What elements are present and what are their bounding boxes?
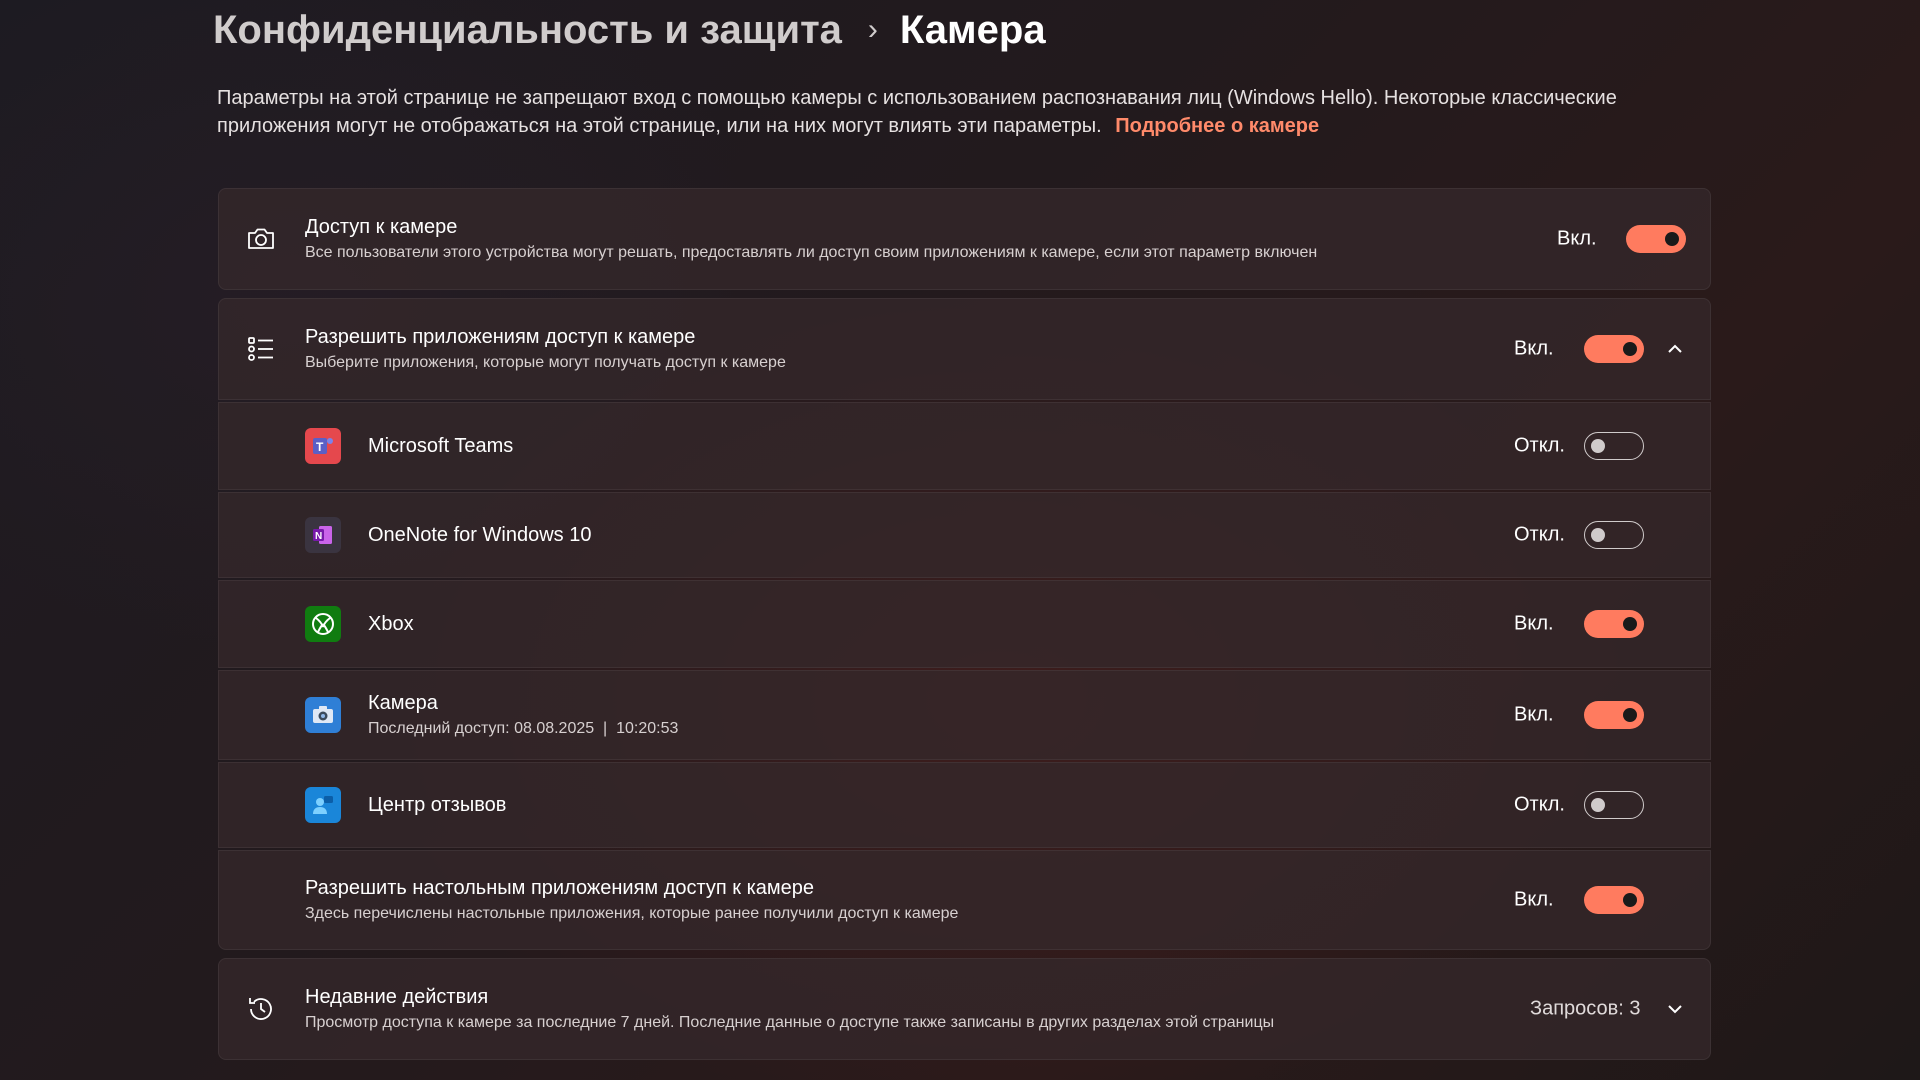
toggle-knob [1591,439,1605,453]
app-state: Откл. [1514,434,1565,457]
app-state: Откл. [1514,523,1565,546]
toggle-knob [1623,893,1637,907]
desktop-apps-state: Вкл. [1514,888,1554,911]
camera-icon [245,223,277,255]
chevron-down-icon[interactable] [1663,997,1687,1021]
desktop-apps-card: Разрешить настольным приложениям доступ … [218,850,1711,950]
breadcrumb: Конфиденциальность и защита › Камера [213,2,1046,58]
allow-apps-state: Вкл. [1514,337,1554,360]
desktop-apps-toggle[interactable] [1584,886,1644,914]
camera-access-card: Доступ к камере Все пользователи этого у… [218,188,1711,290]
app-teams-text: Microsoft Teams [368,433,513,459]
toggle-knob [1591,798,1605,812]
page-description-text: Параметры на этой странице не запрещают … [217,87,1617,137]
breadcrumb-separator-icon: › [867,13,878,46]
allow-apps-card[interactable]: Разрешить приложениям доступ к камере Вы… [218,298,1711,400]
recent-activity-text: Недавние действия Просмотр доступа к кам… [305,984,1274,1034]
app-state: Вкл. [1514,612,1554,635]
app-last-access: Последний доступ: 08.08.2025 | 10:20:53 [368,720,679,737]
recent-activity-card[interactable]: Недавние действия Просмотр доступа к кам… [218,958,1711,1060]
camera-access-subtitle: Все пользователи этого устройства могут … [305,244,1318,261]
page-description: Параметры на этой странице не запрещают … [217,84,1717,140]
app-feedback-hub-toggle[interactable] [1584,791,1644,819]
app-camera-toggle[interactable] [1584,701,1644,729]
teams-icon: T [305,428,341,464]
app-row-teams: T Microsoft Teams Откл. [218,402,1711,490]
camera-access-title: Доступ к камере [305,216,458,238]
app-state: Откл. [1514,793,1565,816]
requests-count: Запросов: 3 [1530,997,1641,1020]
camera-access-toggle[interactable] [1626,225,1686,253]
app-onenote-text: OneNote for Windows 10 [368,522,591,548]
svg-text:N: N [315,531,322,542]
toggle-knob [1623,617,1637,631]
app-onenote-toggle[interactable] [1584,521,1644,549]
app-xbox-text: Xbox [368,611,414,637]
app-feedback-text: Центр отзывов [368,792,506,818]
app-name: Xbox [368,613,414,635]
toggle-knob [1591,528,1605,542]
allow-apps-toggle[interactable] [1584,335,1644,363]
feedback-hub-icon [305,787,341,823]
desktop-apps-text: Разрешить настольным приложениям доступ … [305,875,958,925]
recent-activity-title: Недавние действия [305,986,489,1008]
desktop-apps-title: Разрешить настольным приложениям доступ … [305,877,815,899]
toggle-knob [1665,232,1679,246]
app-row-feedback-hub: Центр отзывов Откл. [218,762,1711,848]
allow-apps-text: Разрешить приложениям доступ к камере Вы… [305,324,786,374]
desktop-apps-subtitle: Здесь перечислены настольные приложения,… [305,905,959,922]
app-name: OneNote for Windows 10 [368,524,592,546]
app-row-xbox: Xbox Вкл. [218,580,1711,668]
toggle-knob [1623,342,1637,356]
app-row-camera: Камера Последний доступ: 08.08.2025 | 10… [218,670,1711,760]
app-name: Microsoft Teams [368,435,514,457]
list-icon [245,333,277,365]
camera-access-text: Доступ к камере Все пользователи этого у… [305,214,1317,264]
app-name: Камера [368,692,438,714]
page-title: Камера [899,7,1046,52]
toggle-knob [1623,708,1637,722]
camera-access-state: Вкл. [1557,227,1597,250]
camera-app-icon [305,697,341,733]
app-xbox-toggle[interactable] [1584,610,1644,638]
app-name: Центр отзывов [368,794,507,816]
app-row-onenote: N OneNote for Windows 10 Откл. [218,492,1711,578]
onenote-icon: N [305,517,341,553]
history-icon [245,993,277,1025]
app-state: Вкл. [1514,703,1554,726]
app-camera-text: Камера Последний доступ: 08.08.2025 | 10… [368,690,678,740]
allow-apps-title: Разрешить приложениям доступ к камере [305,326,696,348]
xbox-icon [305,606,341,642]
recent-activity-subtitle: Просмотр доступа к камере за последние 7… [305,1014,1275,1031]
allow-apps-subtitle: Выберите приложения, которые могут получ… [305,354,786,371]
breadcrumb-parent-link[interactable]: Конфиденциальность и защита [213,8,842,53]
chevron-up-icon[interactable] [1663,337,1687,361]
app-teams-toggle[interactable] [1584,432,1644,460]
learn-more-camera-link[interactable]: Подробнее о камере [1115,115,1319,137]
svg-text:T: T [316,440,324,454]
